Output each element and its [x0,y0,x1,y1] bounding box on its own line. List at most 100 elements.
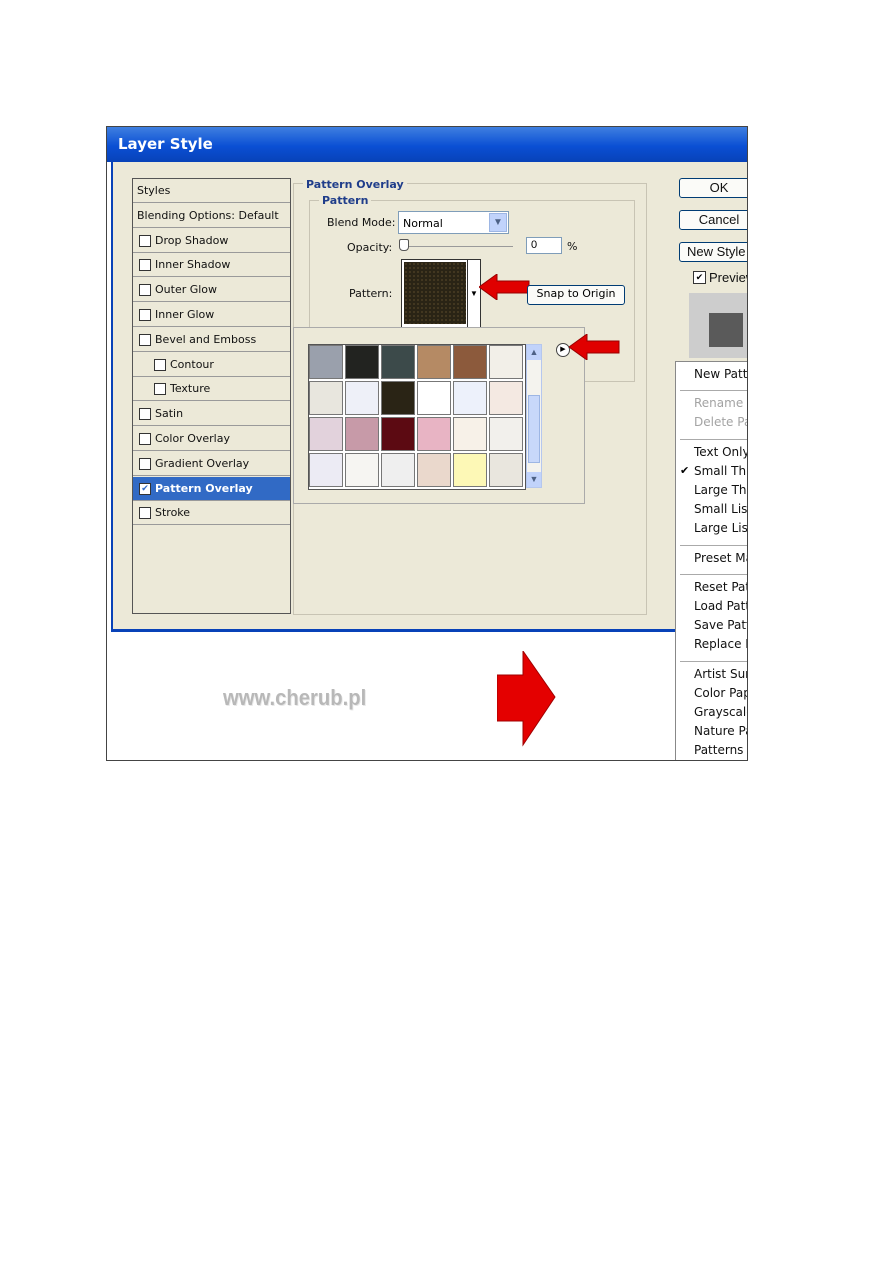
menu-item-patterns-2[interactable]: Patterns 2 [694,743,747,757]
pattern-swatch[interactable] [345,417,379,451]
styles-list: Styles Blending Options: Default Drop Shad… [132,178,291,614]
menu-separator [680,438,747,440]
style-checkbox[interactable]: ✔ [139,482,151,495]
style-checkbox[interactable] [139,234,151,247]
pattern-swatch[interactable] [381,417,415,451]
big-red-arrow-icon [497,651,556,747]
style-checkbox[interactable] [139,333,151,346]
style-item-bevel-and-emboss[interactable]: Bevel and Emboss [133,328,290,352]
menu-item-grayscale-paper[interactable]: Grayscale Paper [694,705,747,719]
style-item-pattern-overlay[interactable]: ✔ Pattern Overlay [133,476,290,501]
menu-item-color-paper[interactable]: Color Paper [694,686,747,700]
style-checkbox[interactable] [139,507,151,520]
style-checkbox[interactable] [139,457,151,470]
pattern-swatch[interactable] [453,381,487,415]
pattern-swatch[interactable] [453,345,487,379]
menu-separator [680,544,747,546]
style-item-blending-options-default[interactable]: Blending Options: Default [133,204,290,228]
title-bar: Layer Style [107,127,747,162]
pattern-swatch[interactable] [453,417,487,451]
menu-item-save-patterns[interactable]: Save Patterns... [694,618,747,632]
menu-item-large-list[interactable]: Large List [694,521,747,535]
window-title: Layer Style [118,135,213,153]
pattern-preview-swatch[interactable] [401,259,471,329]
pattern-swatch[interactable] [381,381,415,415]
style-item-color-overlay[interactable]: Color Overlay [133,427,290,451]
pattern-grid [308,344,526,490]
menu-item-delete-pattern: Delete Pattern [694,415,747,430]
picker-menu-button-icon[interactable]: ▶ [556,343,570,357]
style-item-gradient-overlay[interactable]: Gradient Overlay [133,452,290,476]
menu-item-text-only[interactable]: Text Only [694,445,747,459]
ok-button[interactable]: OK [679,178,747,198]
cancel-button[interactable]: Cancel [679,210,747,230]
style-checkbox[interactable] [154,383,166,396]
menu-item-load-patterns[interactable]: Load Patterns... [694,599,747,613]
pattern-swatch[interactable] [417,381,451,415]
style-item-satin[interactable]: Satin [133,402,290,427]
menu-item-reset-patterns[interactable]: Reset Patterns... [694,580,747,594]
menu-item-small-thumbnail[interactable]: Small Thumbnail [694,464,747,478]
menu-item-artist-surfaces[interactable]: Artist Surfaces [694,667,747,681]
pattern-swatch[interactable] [381,345,415,379]
blend-mode-select[interactable]: Normal ▼ [398,211,509,234]
opacity-input[interactable]: 0 [526,237,562,254]
pattern-scrollbar[interactable]: ▲ ▼ [526,344,542,488]
style-item-label: Pattern Overlay [155,481,253,495]
menu-item-preset-manager[interactable]: Preset Manager... [694,551,747,565]
blend-mode-value: Normal [403,217,443,230]
blend-mode-label: Blend Mode: [327,216,396,229]
pattern-swatch[interactable] [417,417,451,451]
pattern-swatch[interactable] [489,453,523,487]
style-checkbox[interactable] [154,358,166,371]
pattern-swatch[interactable] [309,417,343,451]
pattern-swatch[interactable] [381,453,415,487]
snap-to-origin-button[interactable]: Snap to Origin [527,285,625,305]
menu-item-nature-patterns[interactable]: Nature Patterns [694,724,747,738]
style-item-styles[interactable]: Styles [133,179,290,203]
scroll-thumb[interactable] [528,395,540,463]
style-item-label: Outer Glow [155,283,218,297]
pattern-swatch[interactable] [345,345,379,379]
menu-item-large-thumbnail[interactable]: Large Thumbnail [694,483,747,497]
style-item-inner-glow[interactable]: Inner Glow [133,303,290,327]
style-item-label: Gradient Overlay [155,456,250,470]
pattern-swatch[interactable] [309,453,343,487]
style-item-drop-shadow[interactable]: Drop Shadow [133,229,290,253]
menu-item-small-list[interactable]: Small List [694,502,747,516]
style-item-outer-glow[interactable]: Outer Glow [133,278,290,303]
menu-item-new-pattern[interactable]: New Pattern... [694,367,747,381]
scroll-up-icon[interactable]: ▲ [527,345,541,360]
style-item-contour[interactable]: Contour [133,353,290,377]
menu-separator [680,390,747,392]
pattern-label: Pattern: [349,287,393,300]
pattern-swatch[interactable] [417,453,451,487]
menu-separator [680,660,747,662]
new-style-button[interactable]: New Style [679,242,747,262]
pattern-swatch[interactable] [309,345,343,379]
style-checkbox[interactable] [139,309,151,321]
style-item-texture[interactable]: Texture [133,377,290,402]
opacity-slider-thumb[interactable] [399,239,409,251]
style-checkbox[interactable] [139,408,151,421]
preview-checkbox[interactable]: ✔ [693,271,706,284]
opacity-slider-track[interactable] [403,246,513,248]
pattern-swatch[interactable] [489,345,523,379]
pattern-swatch[interactable] [489,381,523,415]
style-checkbox[interactable] [139,259,151,272]
style-checkbox[interactable] [139,433,151,445]
watermark: www.cherub.pl [223,685,367,710]
pattern-swatch[interactable] [417,345,451,379]
style-item-stroke[interactable]: Stroke [133,501,290,526]
style-checkbox[interactable] [139,284,151,297]
chevron-down-icon[interactable]: ▼ [489,213,507,232]
style-item-inner-shadow[interactable]: Inner Shadow [133,253,290,278]
pattern-swatch[interactable] [345,453,379,487]
scroll-down-icon[interactable]: ▼ [527,472,541,487]
pattern-swatch[interactable] [309,381,343,415]
pattern-swatch[interactable] [489,417,523,451]
pattern-swatch[interactable] [453,453,487,487]
style-item-label: Satin [155,407,184,421]
menu-item-replace-patterns[interactable]: Replace Patterns... [694,637,747,651]
pattern-swatch[interactable] [345,381,379,415]
